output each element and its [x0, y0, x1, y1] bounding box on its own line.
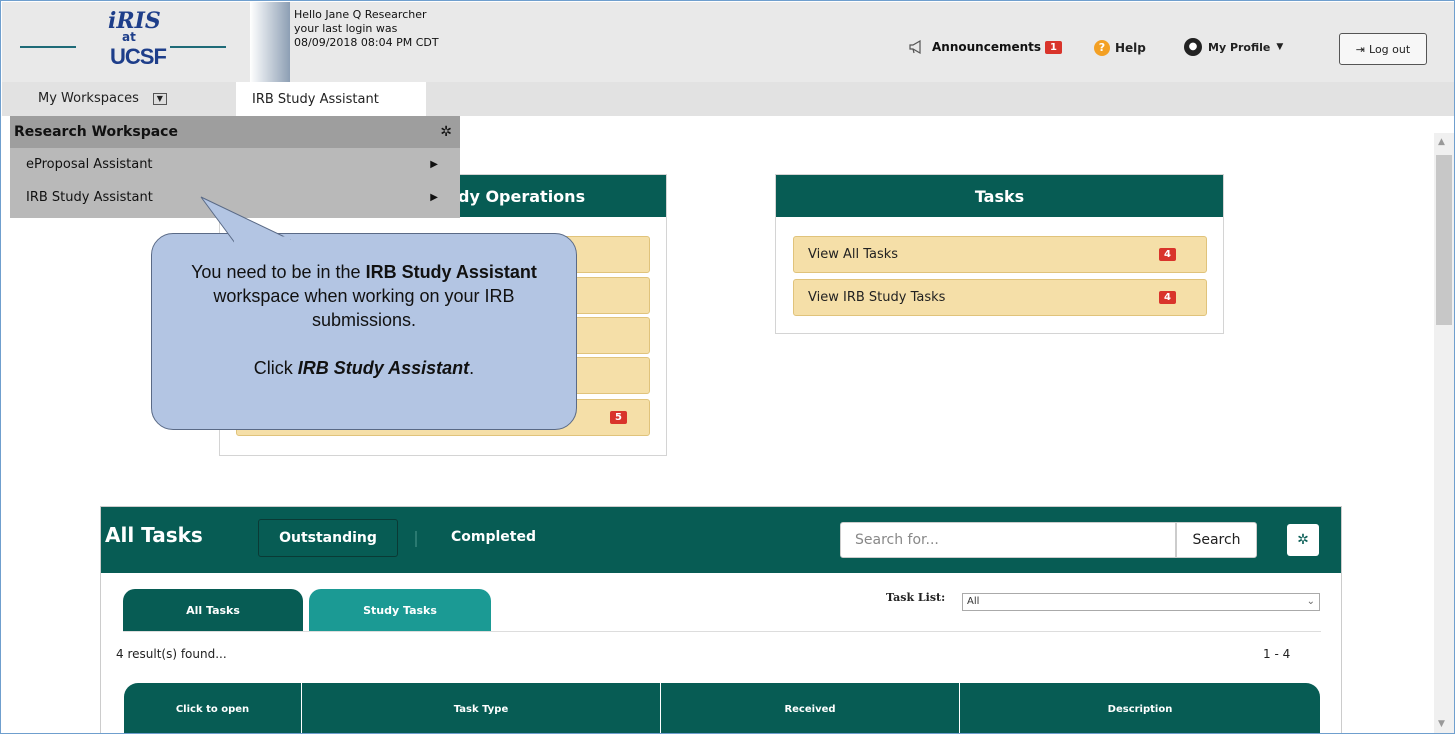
logout-label: Log out	[1369, 42, 1411, 56]
dropdown-title: Research Workspace	[14, 124, 178, 140]
profile-label: My Profile	[1208, 40, 1271, 54]
logo-at-text: at	[122, 30, 136, 44]
scroll-thumb[interactable]	[1436, 155, 1452, 325]
logout-button[interactable]: ⇥ Log out	[1339, 33, 1427, 65]
settings-gear-icon[interactable]: ✲	[1287, 524, 1319, 556]
logout-icon: ⇥	[1355, 42, 1366, 56]
greeting-line: your last login was	[294, 22, 398, 35]
divider	[415, 531, 417, 547]
submenu-arrow-icon: ▶	[430, 192, 438, 203]
tab-divider	[123, 631, 1321, 632]
announcements-label: Announcements	[932, 40, 1042, 54]
workspace-dropdown: Research Workspace ✲ eProposal Assistant…	[10, 116, 460, 218]
scroll-up-icon[interactable]: ▲	[1438, 137, 1445, 147]
all-tasks-header: All Tasks Outstanding Completed Search f…	[101, 507, 1341, 573]
column-header-description[interactable]: Description	[960, 683, 1320, 733]
workspace-navbar: My Workspaces ▼ IRB Study Assistant	[2, 82, 1454, 116]
scroll-down-icon[interactable]: ▼	[1438, 719, 1445, 729]
logo-ucsf-text: UCSF	[110, 44, 167, 69]
greeting-line: Hello Jane Q Researcher	[294, 8, 427, 21]
last-login-timestamp: 08/09/2018 08:04 PM CDT	[294, 36, 439, 49]
help-label: Help	[1115, 41, 1146, 55]
view-all-tasks-link[interactable]: View All Tasks 4	[793, 236, 1207, 273]
my-workspaces-label: My Workspaces	[38, 91, 139, 106]
tasks-header: Tasks	[776, 175, 1223, 217]
column-header-task-type[interactable]: Task Type	[302, 683, 661, 733]
dropdown-caret-icon[interactable]: ▼	[152, 92, 167, 105]
column-header-received[interactable]: Received	[661, 683, 960, 733]
count-badge: 5	[610, 411, 627, 424]
count-badge: 4	[1159, 291, 1176, 304]
help-link[interactable]: ? Help	[1094, 40, 1146, 56]
tasks-panel: Tasks View All Tasks 4 View IRB Study Ta…	[775, 174, 1224, 334]
menu-item-label: IRB Study Assistant	[26, 190, 153, 205]
active-workspace-tab[interactable]: IRB Study Assistant	[236, 82, 426, 116]
completed-button[interactable]: Completed	[451, 529, 536, 545]
megaphone-icon	[909, 40, 921, 54]
chevron-down-icon: ⌄	[1306, 596, 1315, 607]
question-icon: ?	[1094, 40, 1110, 56]
my-profile-menu[interactable]: ● My Profile ▼	[1184, 38, 1283, 56]
app-frame: iRIS at UCSF Hello Jane Q Researcher you…	[0, 0, 1455, 734]
callout-action: Click IRB Study Assistant.	[170, 356, 558, 380]
header-gradient	[250, 2, 290, 82]
count-badge: 4	[1159, 248, 1176, 261]
all-tasks-title: All Tasks	[105, 523, 203, 547]
callout-bold-text: IRB Study Assistant	[365, 262, 537, 282]
pagination-range: 1 - 4	[1263, 647, 1291, 661]
menu-item-irb-study-assistant[interactable]: IRB Study Assistant ▶	[10, 181, 460, 214]
search-button[interactable]: Search	[1176, 522, 1257, 558]
gear-icon[interactable]: ✲	[440, 124, 452, 140]
announcements-count-badge: 1	[1045, 40, 1062, 54]
logo-line-right	[170, 46, 226, 48]
tab-study-tasks[interactable]: Study Tasks	[309, 589, 491, 631]
all-tasks-section: All Tasks Outstanding Completed Search f…	[100, 506, 1342, 733]
task-list-label: Task List:	[886, 591, 946, 604]
task-list-value: All	[967, 596, 980, 607]
logo-line-left	[20, 46, 76, 48]
login-greeting: Hello Jane Q Researcher your last login …	[294, 8, 439, 50]
view-irb-study-tasks-link[interactable]: View IRB Study Tasks 4	[793, 279, 1207, 316]
tab-all-tasks[interactable]: All Tasks	[123, 589, 303, 631]
callout-text: You need to be in the	[191, 262, 366, 282]
column-header-click-to-open[interactable]: Click to open	[124, 683, 302, 733]
callout-text: .	[469, 358, 475, 378]
callout-text: Click	[253, 358, 298, 378]
tutorial-callout: You need to be in the IRB Study Assistan…	[151, 233, 577, 430]
callout-text: workspace when working on your IRB submi…	[213, 286, 515, 330]
tasks-table-header: Click to open Task Type Received Descrip…	[124, 683, 1320, 733]
outstanding-button[interactable]: Outstanding	[258, 519, 398, 557]
dropdown-header: Research Workspace ✲	[10, 116, 460, 148]
vertical-scrollbar[interactable]: ▲ ▼	[1434, 133, 1454, 733]
my-workspaces-menu[interactable]: My Workspaces ▼	[38, 91, 167, 106]
announcements-link[interactable]: Announcements 1	[908, 40, 1062, 54]
task-list-select[interactable]: All ⌄	[962, 593, 1320, 611]
task-row-label: View All Tasks	[808, 247, 899, 262]
top-header: iRIS at UCSF Hello Jane Q Researcher you…	[2, 2, 1454, 82]
results-count: 4 result(s) found...	[116, 647, 227, 661]
caret-down-icon: ▼	[1276, 42, 1284, 52]
menu-item-label: eProposal Assistant	[26, 157, 153, 172]
task-row-label: View IRB Study Tasks	[808, 290, 946, 305]
iris-ucsf-logo[interactable]: iRIS at UCSF	[20, 8, 230, 72]
callout-instruction: You need to be in the IRB Study Assistan…	[170, 260, 558, 332]
search-input[interactable]: Search for...	[840, 522, 1176, 558]
user-icon: ●	[1184, 38, 1202, 56]
menu-item-eproposal-assistant[interactable]: eProposal Assistant ▶	[10, 148, 460, 181]
submenu-arrow-icon: ▶	[430, 159, 438, 170]
callout-bold-italic-text: IRB Study Assistant	[297, 358, 470, 378]
